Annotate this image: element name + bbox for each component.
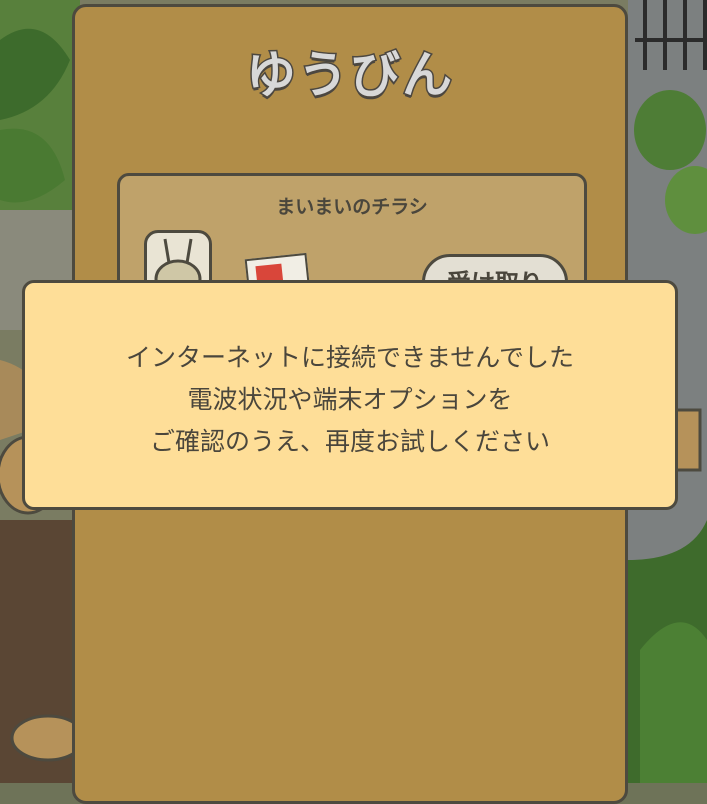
error-message: インターネットに接続できませんでした 電波状況や端末オプションを ご確認のうえ、… [25,337,675,463]
mail-card-title: まいまいのチラシ [276,196,428,218]
error-line-1: インターネットに接続できませんでした [125,343,574,372]
connection-error-dialog[interactable]: インターネットに接続できませんでした 電波状況や端末オプションを ご確認のうえ、… [22,280,678,510]
error-line-2: 電波状況や端末オプションを [187,385,513,414]
mailbox-title: ゆうびん [245,45,454,106]
error-line-3: ご確認のうえ、再度お試しください [149,427,550,456]
